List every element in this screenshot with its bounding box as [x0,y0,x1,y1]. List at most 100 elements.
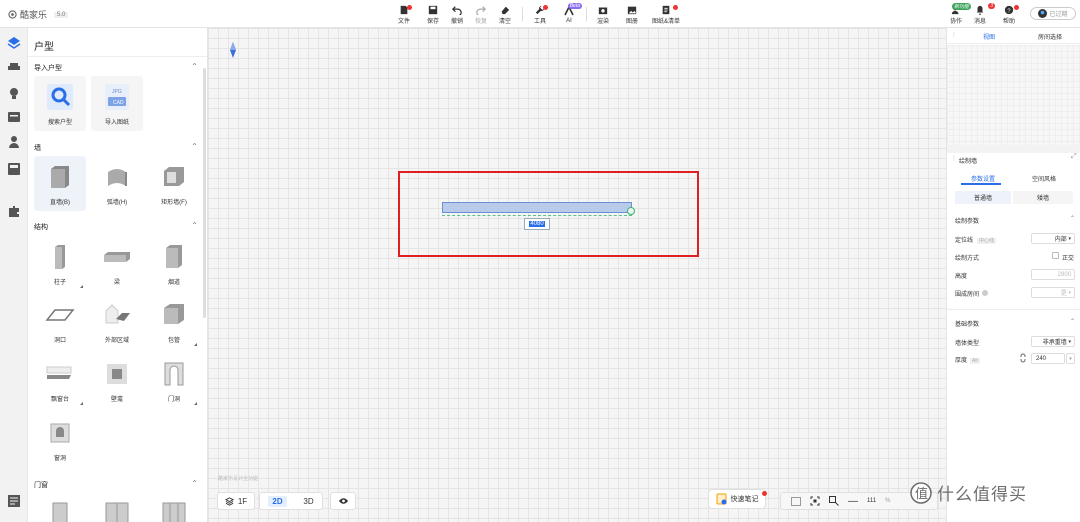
app-logo[interactable]: 酷家乐 5.0 [8,8,69,21]
window-opening-card[interactable]: 窗洞 [34,412,86,467]
section-structure[interactable]: 结构 ⌃ [34,221,198,232]
flue-icon [166,245,182,268]
outer-area-card[interactable]: 外部区域 [91,294,143,349]
straight-wall-card[interactable]: 直墙(B) [34,156,86,211]
double-door-icon [105,502,129,522]
floorplan-category-icon[interactable] [7,36,21,50]
locate-select[interactable]: 内部 ▾ [1031,233,1075,244]
scrollbar[interactable] [203,68,206,318]
plugin-category-icon[interactable] [7,204,21,218]
drawings-icon [662,5,670,15]
rect-wall-card[interactable]: 矩形墙(F) [148,156,200,211]
avatar-icon [1038,9,1048,18]
section-wall[interactable]: 墙 ⌃ [34,142,198,153]
link-icon[interactable] [1019,353,1027,363]
wall-segment[interactable] [442,202,632,213]
window-opening-icon [50,423,70,443]
door-card[interactable] [34,493,86,522]
beam-card[interactable]: 梁 [91,236,143,291]
redo-button[interactable]: 恢复 [468,3,494,25]
door-opening-card[interactable]: 门洞 [148,353,200,408]
save-icon [428,5,438,15]
section-door-window[interactable]: 门窗 ⌃ [34,479,198,490]
chevron-up-icon[interactable]: ⌃ [191,142,198,151]
chevron-up-icon[interactable]: ⌃ [1070,215,1075,222]
help-button[interactable]: ? 帮助 [996,3,1022,25]
drag-handle-icon[interactable]: ⋮ [951,31,957,38]
tab-params[interactable]: 参数设置 [971,174,995,183]
collab-button[interactable]: 新功能 协作 [943,3,971,25]
messages-button[interactable]: 3 消息 [967,3,995,25]
chevron-up-icon[interactable]: ⌃ [191,221,198,230]
section-import[interactable]: 导入户型 ⌃ [34,62,198,73]
height-input[interactable]: 2800 [1031,269,1075,280]
vip-status[interactable]: 已过期 [1030,7,1076,20]
arc-wall-card[interactable]: 弧墙(H) [91,156,143,211]
column-card[interactable]: 柱子 [34,236,86,291]
normal-wall-button[interactable]: 普通墙 [955,191,1011,204]
toolbar-divider [522,7,523,21]
caret-down-icon: ▾ [1069,355,1072,362]
zoom-area-icon[interactable] [829,496,839,506]
search-floorplan-card[interactable]: 搜索户型 [34,76,86,131]
wall-type-select[interactable]: 非承重墙 ▾ [1031,336,1075,347]
room-select[interactable]: 是 ▾ [1031,287,1075,298]
import-drawing-card[interactable]: JPG CAD 导入图纸 [91,76,143,131]
pipe-box-card[interactable]: 包管 [148,294,200,349]
lighting-category-icon[interactable] [7,86,21,100]
tab-style[interactable]: 空间风格 [1032,174,1056,183]
catalog-icon[interactable] [7,494,21,508]
cabinet-category-icon[interactable] [7,110,21,124]
section-draw-params[interactable]: 绘制参数 ⌃ [955,216,1075,225]
gallery-button[interactable]: 图册 [619,3,645,25]
svg-text:JPG: JPG [112,89,122,95]
chevron-up-icon[interactable]: ⌃ [191,479,198,488]
file-button[interactable]: 文件 [391,3,417,25]
visibility-button[interactable] [330,492,356,510]
quick-note-button[interactable]: 快速笔记 [708,489,767,509]
kitchen-category-icon[interactable] [7,162,21,176]
clear-button[interactable]: 清空 [492,3,518,25]
minimap[interactable] [947,45,1080,145]
mode-2d-button[interactable]: 2D [268,495,287,507]
window-card[interactable] [148,493,200,522]
undo-button[interactable]: 撤销 [444,3,470,25]
expand-icon[interactable]: ⤢ [1071,153,1077,161]
furniture-category-icon[interactable] [7,60,21,74]
search-floorplan-icon [47,84,73,110]
chevron-up-icon[interactable]: ⌃ [1070,318,1075,325]
zoom-out-button[interactable]: — [848,496,858,507]
fit-view-icon[interactable] [810,496,820,506]
dimension-input[interactable]: 4080 [524,218,550,230]
section-base-params[interactable]: 基础参数 ⌃ [955,319,1075,328]
outer-area-icon [105,304,130,324]
drag-handle-icon[interactable]: ⋮ [951,155,957,162]
chevron-up-icon[interactable]: ⌃ [191,62,198,71]
thickness-input[interactable]: 240 [1031,353,1065,364]
bay-window-card[interactable]: 飘窗台 [34,353,86,408]
wall-endpoint-handle[interactable] [627,207,635,215]
floor-selector[interactable]: 1F [217,492,255,510]
person-category-icon[interactable] [7,135,21,149]
save-button[interactable]: 保存 [420,3,446,25]
info-icon[interactable] [982,290,989,296]
double-door-card[interactable] [91,493,143,522]
flue-card[interactable]: 烟道 [148,236,200,291]
tab-room-select[interactable]: 房间选择 [1038,32,1062,41]
ortho-checkbox[interactable] [1052,252,1059,259]
zoom-value[interactable]: 111 [867,498,876,504]
niche-card[interactable]: 壁龛 [91,353,143,408]
screenshot-icon[interactable] [791,496,801,506]
low-wall-button[interactable]: 矮墙 [1013,191,1073,204]
ai-button[interactable]: Beta AI [556,3,582,25]
tab-view[interactable]: 视图 [983,32,995,41]
app-name: 酷家乐 [20,10,48,20]
render-button[interactable]: 渲染 [590,3,616,25]
thickness-dropdown[interactable]: ▾ [1066,353,1075,364]
mode-3d-button[interactable]: 3D [303,497,313,506]
compass-icon[interactable] [230,42,236,58]
drawings-button[interactable]: 图纸&清单 [652,3,680,25]
design-canvas[interactable]: 4080 酷家乐设计全功能 1F 2D 3D 快速笔记 — 111 % [208,28,946,522]
opening-card[interactable]: 洞口 [34,294,86,349]
tools-button[interactable]: 工具 [527,3,553,25]
